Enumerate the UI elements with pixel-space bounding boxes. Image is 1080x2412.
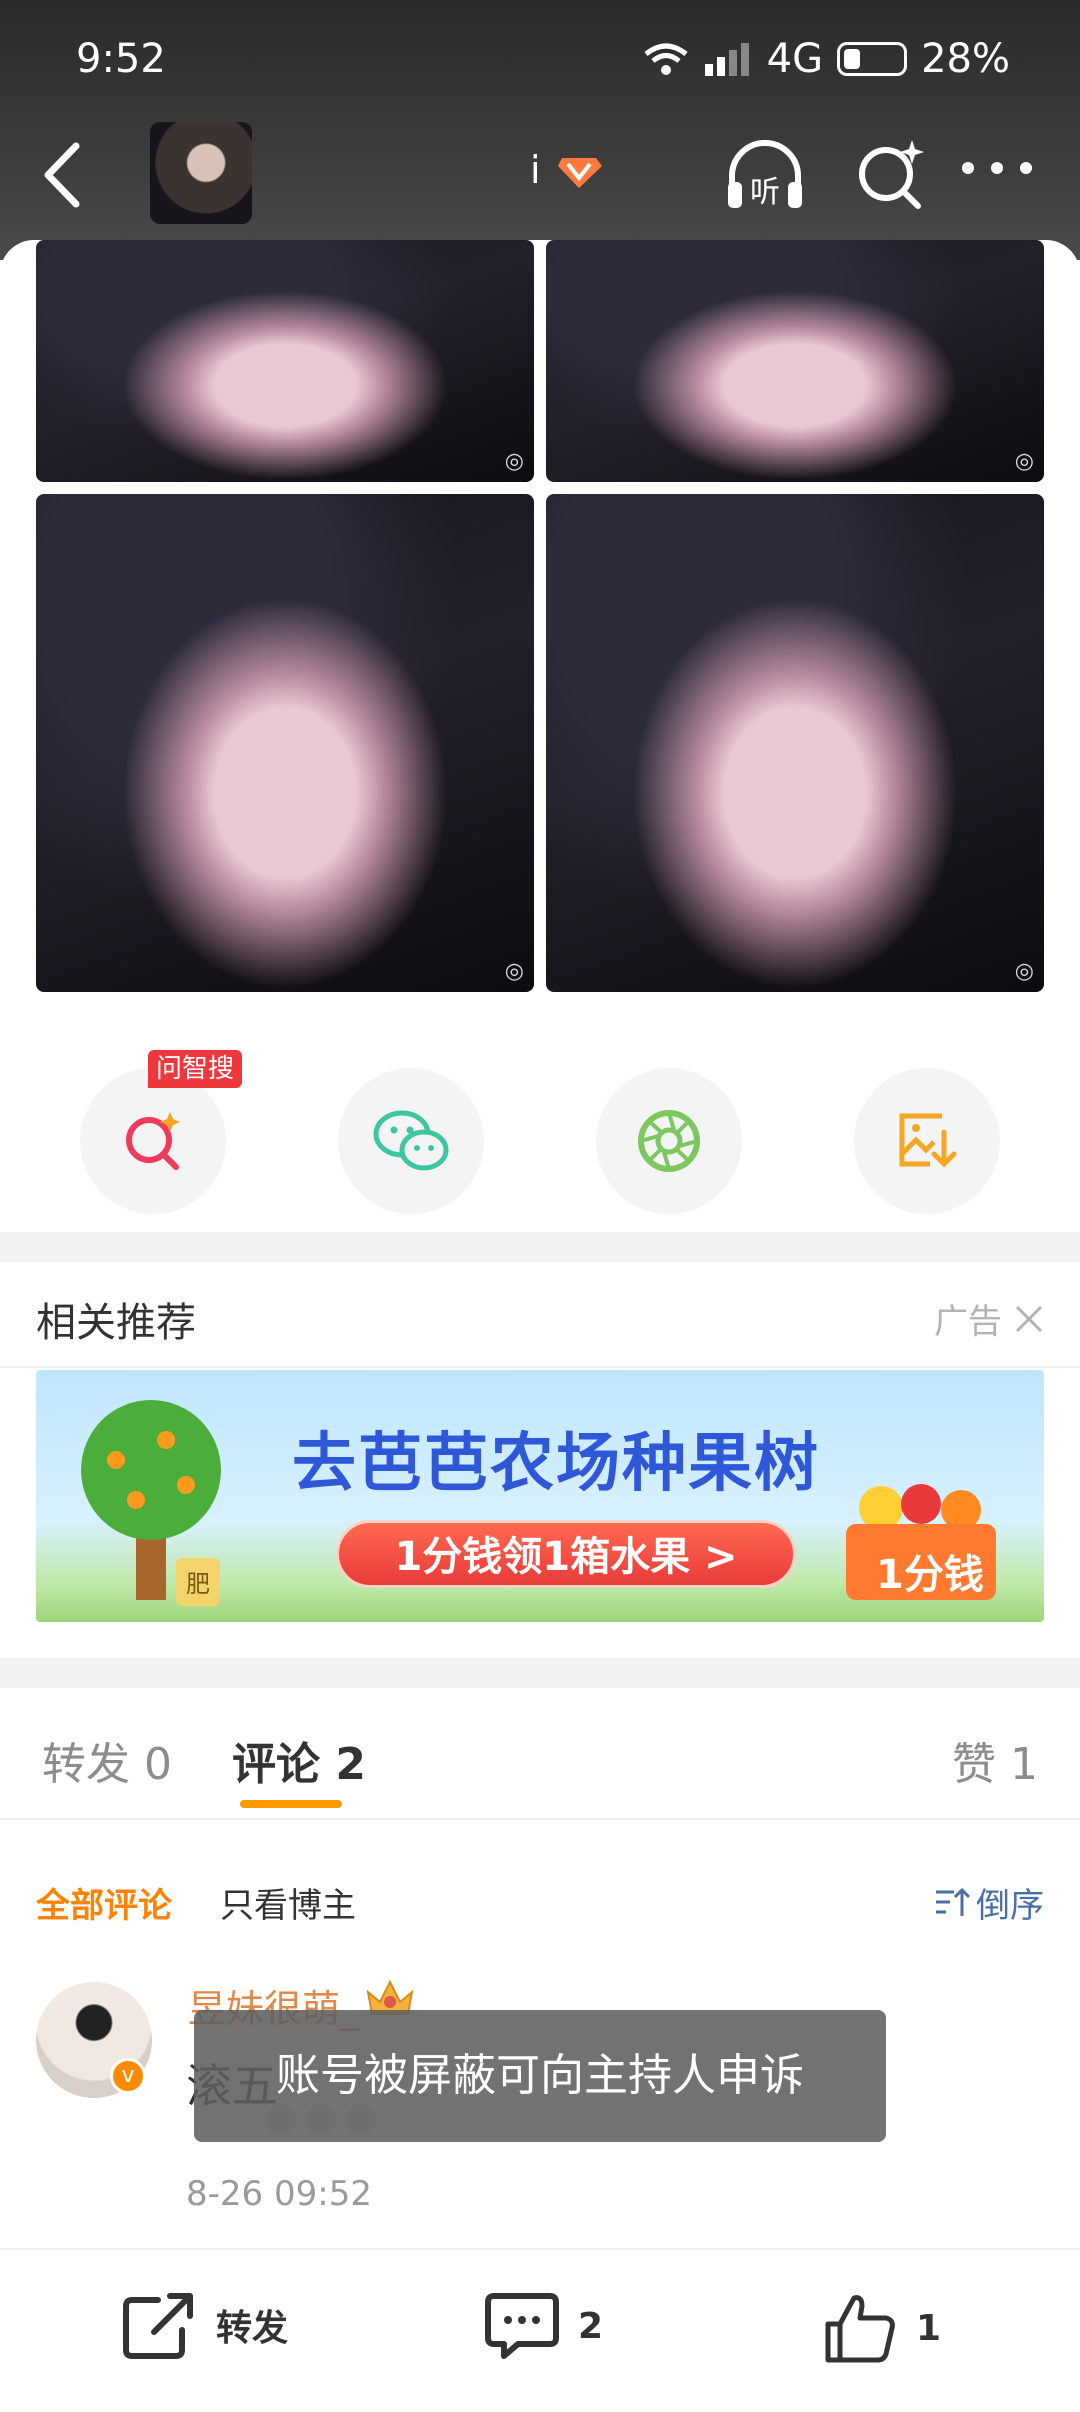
tab-repost[interactable]: 转发 0 — [42, 1728, 172, 1792]
vip-level-badge-icon — [558, 158, 602, 188]
recommend-title: 相关推荐 — [36, 1300, 196, 1346]
ask-search-icon — [126, 1112, 180, 1170]
like-count: 1 — [916, 2307, 942, 2349]
post-card: ◎ ◎ ◎ ◎ 问智搜 — [0, 240, 1080, 1230]
wechat-icon — [373, 1110, 449, 1171]
weibo-watermark-icon: ◎ — [504, 959, 524, 984]
battery-icon — [837, 42, 908, 76]
banner-headline: 去芭芭农场种果树 — [292, 1427, 820, 1501]
battery-percent: 28% — [921, 36, 1010, 82]
weibo-watermark-icon: ◎ — [504, 449, 524, 474]
ad-banner[interactable]: 肥 去芭芭农场种果树 1分钱领1箱水果 > 1分钱 — [36, 1370, 1044, 1622]
banner-cta-button[interactable]: 1分钱领1箱水果 > — [336, 1520, 796, 1588]
divider — [0, 2248, 1080, 2250]
save-image-icon — [899, 1113, 957, 1168]
author-avatar[interactable] — [150, 122, 252, 224]
weibo-watermark-icon: ◎ — [1014, 449, 1034, 474]
top-header: 9:52 4G 28% i 听 — [0, 0, 1080, 260]
more-icon[interactable] — [962, 162, 1032, 182]
comment-time: 8-26 09:52 — [186, 2174, 372, 2214]
signal-icon — [704, 43, 749, 76]
weibo-watermark-icon: ◎ — [1014, 959, 1034, 984]
network-type: 4G — [766, 36, 824, 82]
status-icons: 4G 28% — [643, 36, 1010, 82]
section-divider — [0, 1232, 1080, 1262]
share-wechat-button[interactable] — [338, 1068, 484, 1214]
sort-icon — [936, 1887, 970, 1916]
share-moments-button[interactable] — [596, 1068, 742, 1214]
comment-count: 2 — [578, 2305, 604, 2347]
tab-comment[interactable]: 评论 2 — [232, 1728, 366, 1792]
listen-button[interactable]: 听 — [722, 136, 808, 216]
repost-button[interactable]: 转发 — [122, 2290, 288, 2360]
divider — [0, 1366, 1080, 1368]
section-divider — [0, 1658, 1080, 1688]
ad-label: 广告 — [934, 1302, 1002, 1342]
ad-close[interactable]: 广告 — [934, 1294, 1044, 1343]
divider — [0, 1818, 1080, 1820]
post-image-1[interactable]: ◎ — [36, 240, 534, 482]
thumbs-up-icon — [825, 2295, 895, 2363]
author-name[interactable]: i — [530, 148, 541, 192]
share-actions: 问智搜 — [0, 1050, 1080, 1214]
like-button[interactable]: 1 — [822, 2290, 941, 2366]
svg-text:听: 听 — [750, 175, 780, 210]
active-tab-indicator — [240, 1800, 342, 1808]
repost-label: 转发 — [216, 2308, 289, 2349]
back-icon[interactable] — [36, 140, 92, 210]
sort-toggle[interactable]: 倒序 — [934, 1878, 1044, 1927]
repost-icon — [123, 2293, 193, 2359]
status-time: 9:52 — [76, 36, 166, 82]
close-icon[interactable] — [1014, 1304, 1044, 1334]
save-image-button[interactable] — [854, 1068, 1000, 1214]
fruit-tree-icon: 肥 — [81, 1400, 221, 1606]
verified-badge-icon: v — [110, 2058, 146, 2094]
filter-all-comments[interactable]: 全部评论 — [36, 1878, 172, 1927]
filter-owner-only[interactable]: 只看博主 — [220, 1878, 356, 1927]
banner-price-tag: 1分钱 — [876, 1552, 984, 1598]
tab-like[interactable]: 赞 1 — [952, 1728, 1038, 1792]
post-image-3[interactable]: ◎ — [36, 494, 534, 992]
comment-icon — [485, 2293, 559, 2359]
post-image-2[interactable]: ◎ — [546, 240, 1044, 482]
wifi-icon — [644, 43, 688, 75]
comment-button[interactable]: 2 — [484, 2290, 603, 2362]
ask-search-button[interactable] — [80, 1068, 226, 1214]
sort-label: 倒序 — [976, 1886, 1044, 1926]
post-image-4[interactable]: ◎ — [546, 494, 1044, 992]
ask-search-tag: 问智搜 — [148, 1050, 243, 1088]
moments-icon — [638, 1110, 700, 1172]
listen-icon: 听 — [728, 140, 802, 210]
svg-text:肥: 肥 — [186, 1570, 210, 1598]
search-spark-icon[interactable] — [852, 136, 928, 212]
toast-message: 账号被屏蔽可向主持人申诉 — [194, 2010, 886, 2142]
